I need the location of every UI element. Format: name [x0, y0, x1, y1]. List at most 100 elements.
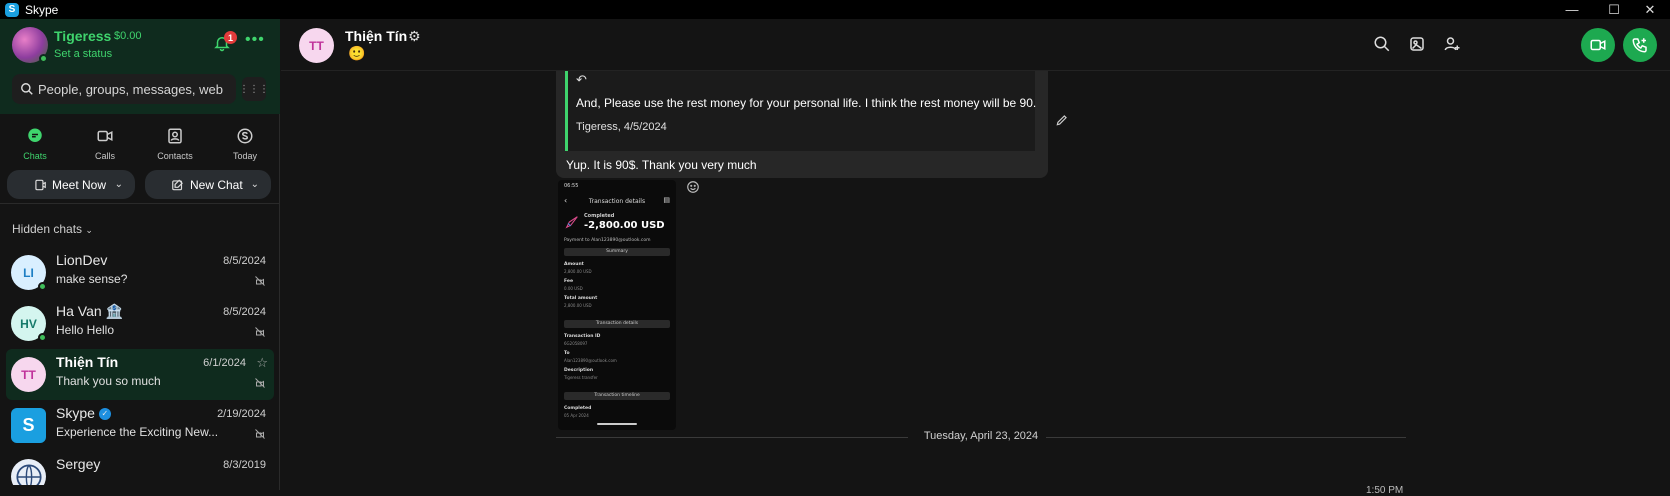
phone-screen-title: Transaction details	[588, 198, 646, 205]
avatar	[11, 459, 46, 485]
avatar[interactable]: TT	[299, 28, 334, 63]
muted-icon	[255, 327, 265, 337]
new-chat-button[interactable]: New Chat ⌄	[145, 170, 271, 199]
chat-snippet: make sense?	[56, 272, 128, 286]
online-status-dot	[38, 333, 47, 342]
chat-item-sergey[interactable]: Sergey 8/3/2019	[6, 451, 274, 485]
message-text: Yup. It is 90$. Thank you very much	[566, 158, 757, 172]
nav-tabs: Chats Calls Contacts Today	[0, 123, 280, 177]
gallery-icon[interactable]	[1408, 35, 1426, 53]
timeline-header: Transaction timeline	[564, 392, 670, 400]
chat-date: 8/5/2024	[223, 306, 266, 318]
conversation-title[interactable]: Thiện Tín	[345, 28, 407, 44]
tab-today[interactable]: Today	[210, 123, 280, 177]
gear-icon[interactable]: ⚙	[408, 28, 421, 45]
txid-value: 6G2058097	[564, 341, 588, 346]
verified-badge-icon: ✓	[98, 408, 111, 421]
profile-name[interactable]: Tigeress	[54, 28, 111, 44]
chat-bubble-icon	[26, 127, 44, 145]
tab-chats[interactable]: Chats	[0, 123, 70, 177]
window-title: Skype	[25, 2, 59, 17]
skype-logo-icon	[236, 127, 254, 145]
more-options-icon[interactable]: •••	[245, 31, 265, 49]
skype-logo-icon: S	[5, 2, 19, 17]
payment-to: Payment to Alan123890@outlook.com	[564, 238, 651, 243]
chevron-down-icon: ⌄	[85, 225, 93, 235]
chat-snippet: Hello Hello	[56, 323, 115, 337]
tab-label: Chats	[23, 151, 47, 161]
quoted-text: And, Please use the rest money for your …	[576, 96, 1037, 110]
phone-plus-icon	[1632, 38, 1647, 53]
video-call-button[interactable]	[1581, 28, 1615, 62]
meet-now-button[interactable]: Meet Now ⌄	[7, 170, 135, 199]
muted-icon	[255, 429, 265, 439]
divider	[0, 203, 280, 204]
to-label: To	[564, 351, 570, 356]
chat-date: 8/5/2024	[223, 255, 266, 267]
maximize-icon[interactable]: ☐	[1594, 0, 1634, 19]
tab-contacts[interactable]: Contacts	[140, 123, 210, 177]
star-icon[interactable]: ☆	[256, 355, 268, 371]
transaction-amount: -2,800.00 USD	[584, 220, 665, 231]
phone-status-time: 06:55	[564, 183, 579, 189]
online-status-dot	[39, 54, 48, 63]
chat-name: LionDev	[56, 252, 108, 268]
chat-item-thien-tin[interactable]: TT Thiện Tín 6/1/2024 ☆ Thank you so muc…	[6, 349, 274, 400]
home-indicator	[597, 423, 637, 425]
fee-value: 0.00 USD	[564, 286, 583, 291]
tab-label: Contacts	[157, 151, 193, 161]
hidden-chats-toggle[interactable]: Hidden chats ⌄	[12, 222, 93, 236]
meet-now-icon	[35, 179, 46, 190]
dialpad-icon[interactable]: ⋮⋮⋮	[239, 77, 269, 101]
emoji-react-icon[interactable]	[686, 180, 700, 194]
rocket-icon	[565, 216, 578, 229]
message-bubble[interactable]: ↶ And, Please use the rest money for you…	[556, 71, 1048, 178]
online-status-dot	[38, 282, 47, 291]
contact-card-icon	[166, 127, 184, 145]
search-icon[interactable]	[1373, 35, 1391, 53]
add-people-icon[interactable]	[1443, 35, 1461, 53]
compose-icon	[172, 179, 183, 190]
timeline-state: Completed	[564, 406, 592, 411]
summary-header: Summary	[564, 248, 670, 256]
set-status-link[interactable]: Set a status	[54, 48, 112, 60]
chevron-down-icon: ⌄	[114, 179, 123, 190]
quoted-message[interactable]: ↶ And, Please use the rest money for you…	[565, 71, 1037, 151]
amount-value: 2,800.00 USD	[564, 269, 592, 274]
chat-item-liondev[interactable]: LI LionDev 8/5/2024 make sense?	[6, 247, 274, 298]
image-attachment[interactable]: 06:55 ‹ Transaction details ▤ Completed …	[558, 180, 676, 430]
total-label: Total amount	[564, 296, 598, 301]
total-value: 2,800.00 USD	[564, 303, 592, 308]
avatar: TT	[11, 357, 46, 392]
muted-icon	[255, 378, 265, 388]
chevron-down-icon: ⌄	[250, 179, 259, 190]
reply-arrow-icon: ↶	[576, 72, 587, 87]
profile-balance[interactable]: $0.00	[114, 30, 142, 42]
sidebar: Tigeress $0.00 Set a status 1 ••• ⋮⋮⋮ Ch…	[0, 19, 280, 490]
audio-call-button[interactable]	[1623, 28, 1657, 62]
search-bar[interactable]	[12, 74, 236, 104]
fee-label: Fee	[564, 279, 573, 284]
chat-date: 8/3/2019	[223, 459, 266, 471]
chat-item-ha-van[interactable]: HV Ha Van 🏦 8/5/2024 Hello Hello	[6, 298, 274, 349]
video-camera-icon	[1590, 39, 1606, 51]
message-timestamp: 1:50 PM	[1366, 485, 1404, 496]
minimize-icon[interactable]: —	[1552, 0, 1592, 19]
pencil-icon[interactable]	[1055, 113, 1069, 127]
conversation-pane: TT Thiện Tín ⚙ 🙂 ↶ And, Please use the r…	[281, 19, 1670, 496]
globe-icon	[15, 463, 42, 485]
search-icon	[21, 83, 33, 95]
title-bar: S Skype — ☐ ✕	[0, 0, 1670, 19]
conversation-header: TT Thiện Tín ⚙ 🙂	[281, 19, 1670, 71]
close-icon[interactable]: ✕	[1630, 0, 1670, 19]
profile-header: Tigeress $0.00 Set a status 1 ••• ⋮⋮⋮	[0, 19, 280, 114]
txid-label: Transaction ID	[564, 334, 601, 339]
search-input[interactable]	[38, 81, 228, 97]
chat-item-skype[interactable]: S Skype ✓ 2/19/2024 Experience the Excit…	[6, 400, 274, 451]
chat-snippet: Experience the Exciting New...	[56, 425, 219, 439]
tab-calls[interactable]: Calls	[70, 123, 140, 177]
date-separator-label: Tuesday, April 23, 2024	[923, 430, 1039, 442]
amount-label: Amount	[564, 262, 584, 267]
new-chat-label: New Chat	[190, 177, 243, 192]
hidden-chats-label: Hidden chats	[12, 222, 83, 236]
